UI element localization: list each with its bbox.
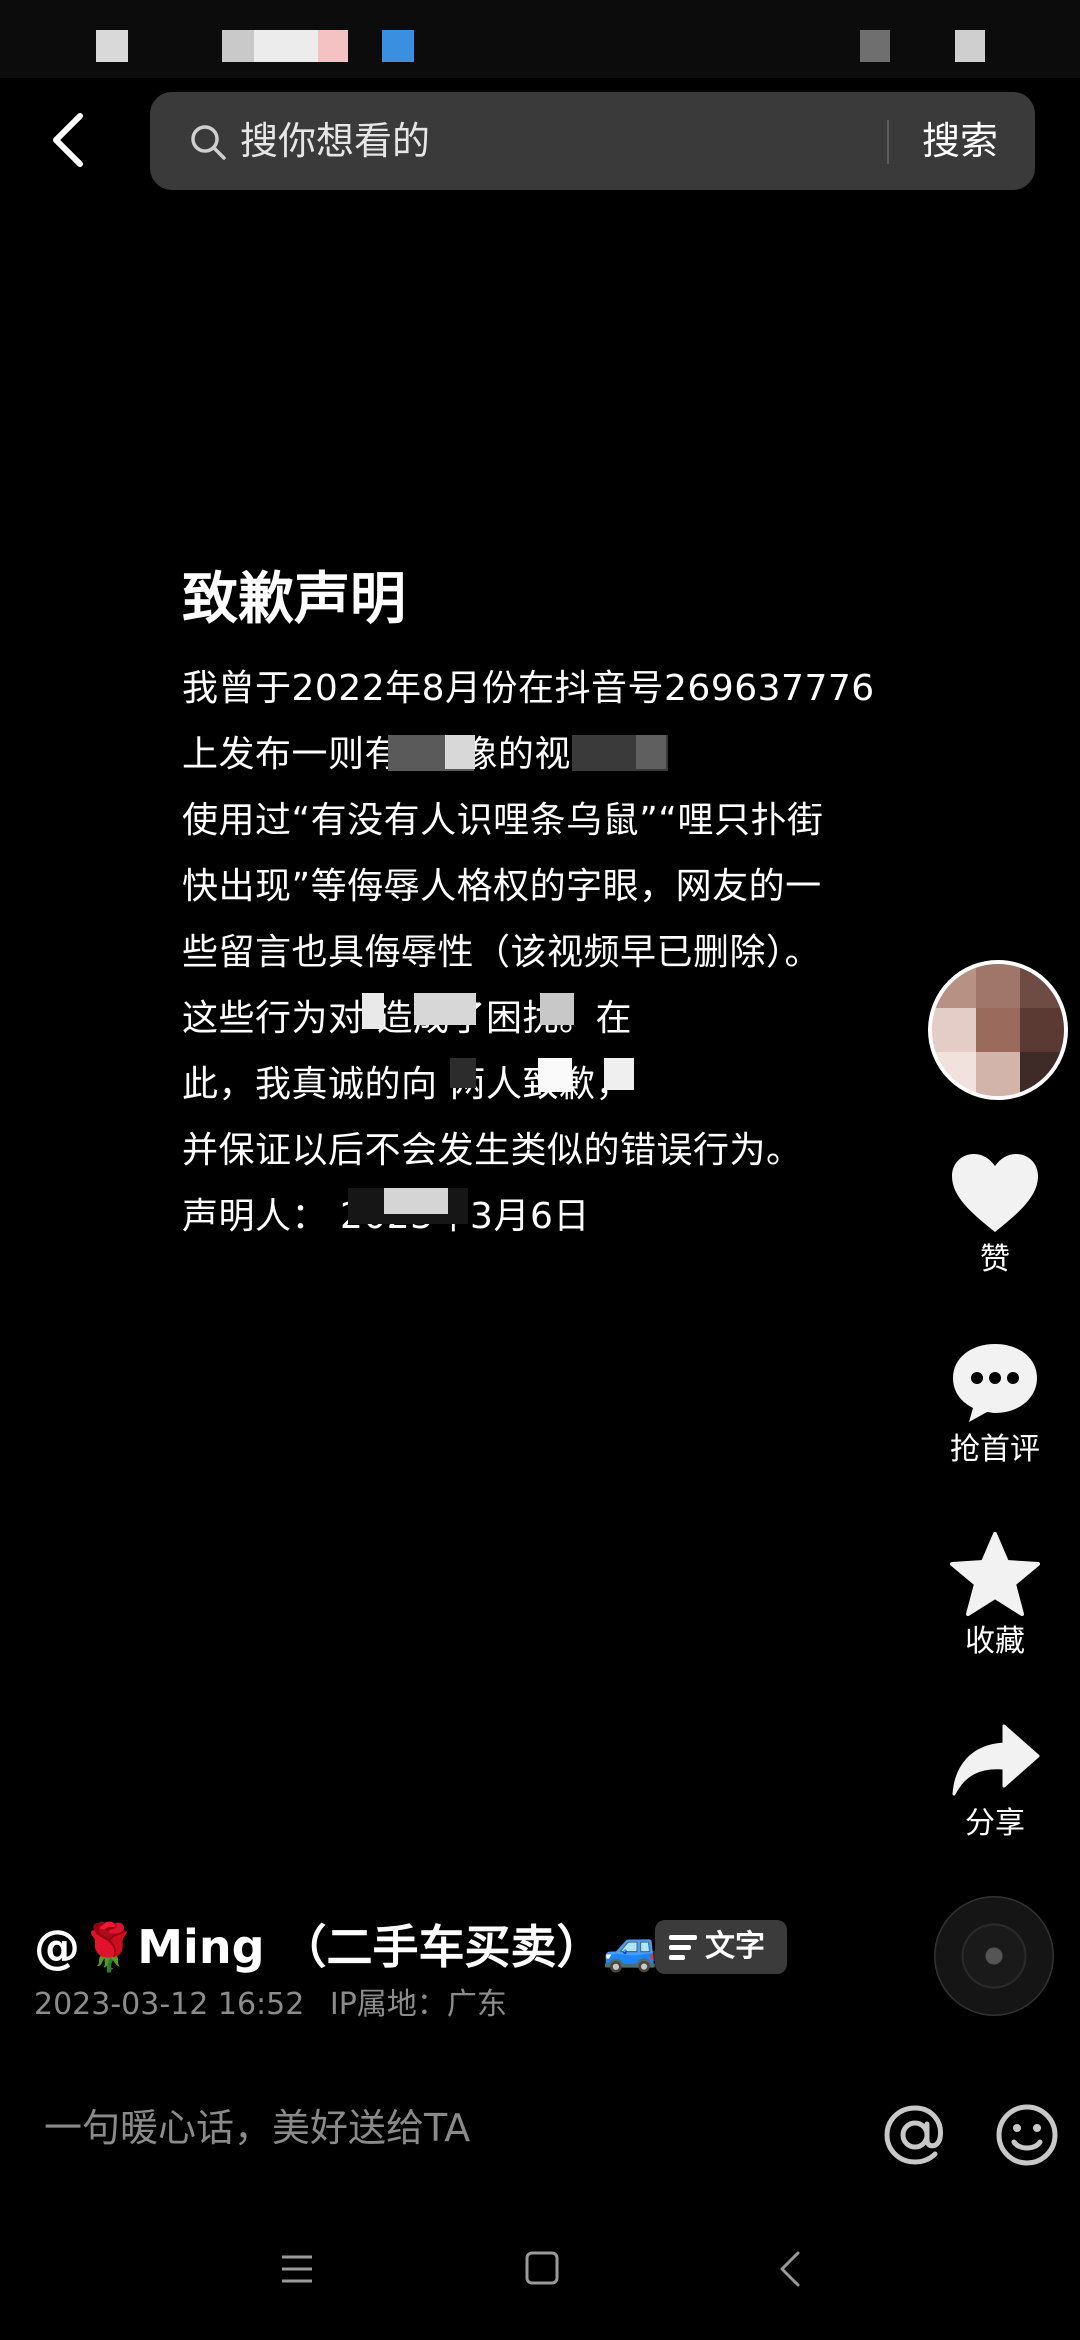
document-line: 上发布一则有 ， 像的视频， [182,734,644,775]
status-icon [96,30,128,62]
like-label: 赞 [980,1242,1010,1277]
avatar-pixel [976,964,1020,1008]
status-icon [318,30,348,62]
text-lines-icon [669,1935,697,1960]
comment-label: 抢首评 [950,1432,1040,1467]
ip-location: IP属地：广东 [329,1987,507,2022]
share-label: 分享 [965,1806,1025,1841]
favorite-label: 收藏 [965,1624,1025,1659]
avatar-pixel [932,964,976,1008]
divider [887,120,889,164]
music-disc[interactable] [934,1896,1054,2016]
redaction-mosaic [538,1058,572,1092]
status-icon [860,30,890,62]
avatar-pixel [932,1052,976,1096]
share-button[interactable]: 分享 [920,1722,1070,1844]
favorite-button[interactable]: 收藏 [920,1532,1070,1662]
avatar-pixel [1020,1008,1064,1052]
text-tag-button[interactable]: 文字 [655,1920,787,1974]
document-line: 些留言也具侮辱性（该视频早已删除）。 [182,932,822,973]
author-avatar[interactable] [928,960,1068,1100]
document-title: 致歉声明 [182,567,406,632]
avatar-pixel [976,1008,1020,1052]
star-icon [950,1532,1040,1616]
rose-emoji: 🌹 [80,1920,138,1974]
comment-input[interactable]: 一句暖心话，美好送给TA [44,2100,470,2156]
document-line: 我曾于2022年8月份在抖音号269637776 [182,668,875,709]
status-icon [382,30,414,62]
avatar-pixel [1020,1052,1064,1096]
video-page: 搜你想看的 搜索 致歉声明 我曾于2022年8月份在抖音号269637776 上… [0,0,1080,2340]
document-line: 快出现”等侮辱人格权的字眼，网友的一 [182,866,822,907]
redaction-mosaic [636,735,666,769]
post-datetime: 2023-03-12 16:52 [34,1987,305,2022]
author-prefix: @ [34,1920,80,1974]
search-bar[interactable]: 搜你想看的 搜索 [150,92,1035,190]
document-line: 声明人： 2023年3月6日 [182,1196,589,1237]
status-bar [0,0,1080,78]
at-icon[interactable] [880,2100,950,2170]
text-tag-label: 文字 [705,1929,765,1964]
back-button[interactable] [40,108,104,172]
author-name[interactable]: @🌹Ming （二手车买卖）🚙 [34,1912,660,1982]
avatar-pixel [976,1052,1020,1096]
redaction-mosaic [384,1188,448,1214]
redaction-mosaic [604,1058,634,1090]
comment-button[interactable]: 抢首评 [920,1340,1070,1470]
document-line: 使用过“有没有人识哩条乌鼠”“哩只扑街 [182,800,824,841]
chat-bubble-icon [953,1344,1037,1422]
status-icon [254,30,318,62]
smiley-icon[interactable] [992,2100,1062,2170]
author-name-text: Ming （二手车买卖） [137,1920,603,1974]
avatar-pixel [932,1008,976,1052]
car-emoji: 🚙 [602,1920,660,1974]
redaction-mosaic [540,993,574,1025]
redaction-mosaic [414,993,476,1025]
status-icon [222,30,254,62]
document-body: 我曾于2022年8月份在抖音号269637776 上发布一则有 ， 像的视频， … [182,656,902,1250]
chevron-left-icon [53,113,83,167]
avatar-pixel [1020,964,1064,1008]
home-square-icon[interactable] [524,2250,560,2286]
search-icon [191,125,226,160]
redaction-mosaic [450,1058,476,1088]
share-arrow-icon [952,1724,1040,1796]
search-button[interactable]: 搜索 [922,114,998,168]
document-line: 并保证以后不会发生类似的错误行为。 [182,1130,803,1171]
status-icon [955,30,985,62]
nav-back-icon[interactable] [778,2250,802,2288]
redaction-mosaic [362,993,384,1029]
post-meta: 2023-03-12 16:52 IP属地：广东 [34,1985,507,2025]
heart-icon [952,1154,1038,1232]
redaction-mosaic [445,735,475,769]
menu-icon[interactable] [280,2254,314,2284]
search-input[interactable]: 搜你想看的 [240,114,430,168]
like-button[interactable]: 赞 [920,1152,1070,1280]
